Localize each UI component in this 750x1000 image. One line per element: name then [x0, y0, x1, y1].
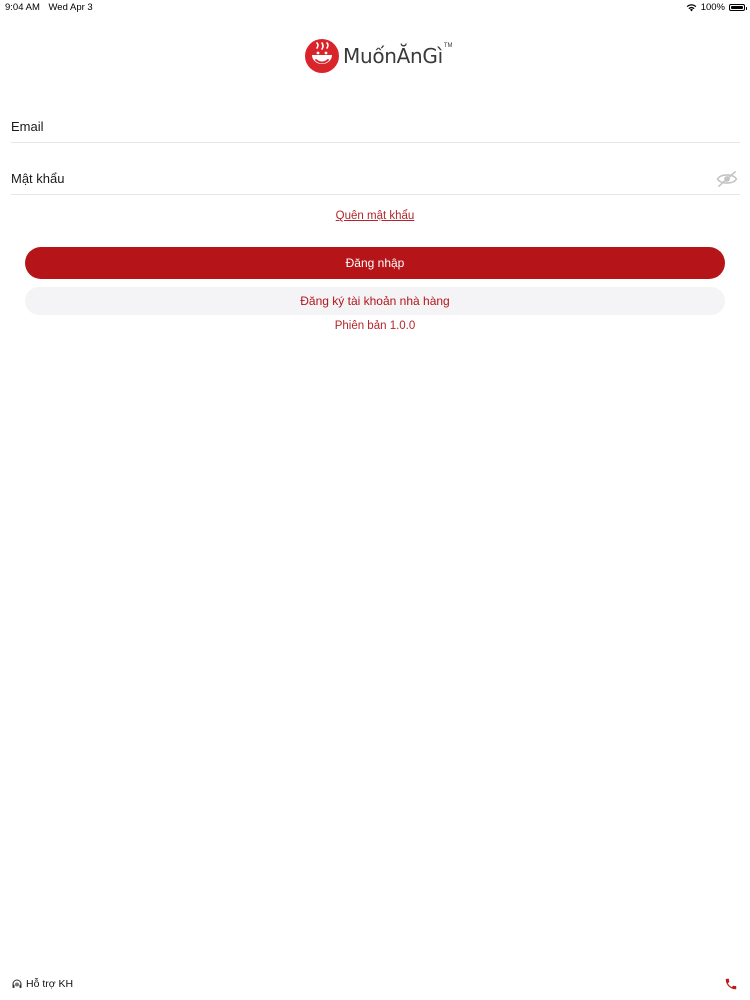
battery-percent: 100%	[700, 2, 725, 13]
logo-text: MuốnĂnGì	[343, 44, 443, 68]
support-label: Hỗ trợ KH	[26, 978, 74, 990]
forgot-container: Quên mật khẩu	[0, 206, 750, 224]
login-screen: 9:04 AM Wed Apr 3 100% MuốnĂnGì TM Email…	[0, 0, 750, 1000]
email-input[interactable]	[11, 112, 701, 140]
battery-icon	[729, 4, 747, 11]
email-field	[11, 112, 740, 143]
headset-icon	[12, 979, 22, 988]
status-time: 9:04 AM	[5, 2, 40, 13]
status-date: Wed Apr 3	[48, 2, 93, 13]
status-left: 9:04 AM Wed Apr 3	[5, 2, 99, 13]
logo-trademark: TM	[443, 43, 453, 49]
brand-logo: MuốnĂnGì TM	[304, 37, 453, 75]
status-bar: 9:04 AM Wed Apr 3 100%	[0, 0, 750, 16]
customer-support-button[interactable]: Hỗ trợ KH	[11, 978, 73, 990]
password-field	[11, 164, 740, 195]
phone-icon[interactable]	[724, 977, 738, 991]
forgot-password-link[interactable]: Quên mật khẩu	[336, 210, 415, 222]
register-restaurant-button[interactable]: Đăng ký tài khoản nhà hàng	[25, 287, 725, 315]
status-right: 100%	[686, 2, 747, 13]
eye-hidden-icon[interactable]	[716, 170, 738, 188]
login-button[interactable]: Đăng nhập	[25, 247, 725, 279]
wifi-icon	[686, 4, 696, 12]
version-label: Phiên bản 1.0.0	[334, 320, 416, 332]
bowl-logo-icon	[305, 39, 339, 73]
password-input[interactable]	[11, 164, 701, 192]
